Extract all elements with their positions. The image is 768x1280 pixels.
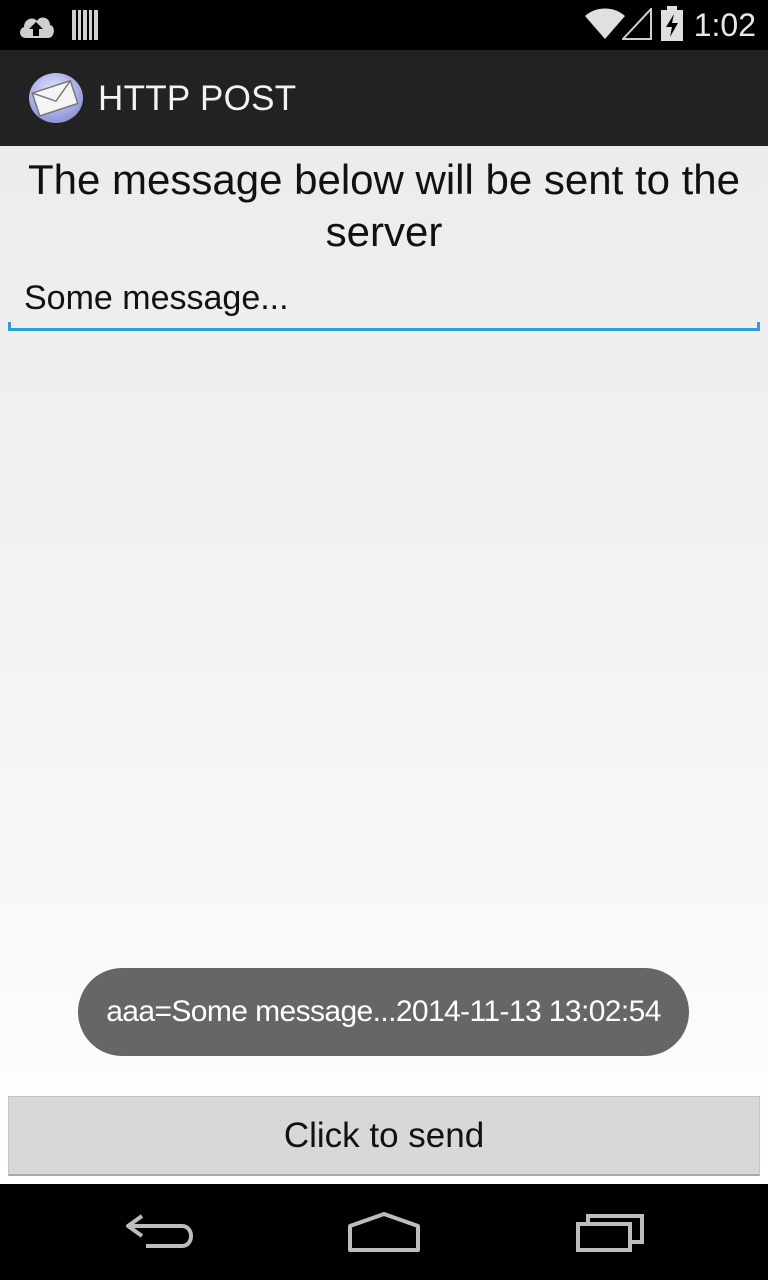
recent-apps-icon[interactable] bbox=[574, 1208, 646, 1256]
cell-signal-icon bbox=[622, 8, 652, 40]
toast-notification: aaa=Some message...2014-11-13 13:02:54 bbox=[78, 968, 689, 1056]
action-bar: HTTP POST bbox=[0, 50, 768, 147]
main-content: The message below will be sent to the se… bbox=[0, 146, 768, 1184]
cloud-upload-icon bbox=[20, 17, 54, 38]
navigation-bar bbox=[0, 1184, 768, 1280]
envelope-icon[interactable] bbox=[28, 72, 84, 124]
message-input[interactable]: Some message... bbox=[8, 272, 760, 331]
instruction-heading: The message below will be sent to the se… bbox=[27, 156, 741, 255]
barcode-icon bbox=[72, 10, 98, 40]
back-icon[interactable] bbox=[124, 1208, 196, 1256]
wifi-icon bbox=[585, 8, 625, 39]
send-button[interactable]: Click to send bbox=[8, 1096, 760, 1176]
battery-charging-icon bbox=[661, 6, 683, 41]
home-icon[interactable] bbox=[346, 1208, 422, 1256]
status-bar: 1:02 bbox=[0, 0, 768, 50]
clock: 1:02 bbox=[693, 7, 756, 43]
message-input-value[interactable]: Some message... bbox=[24, 278, 289, 318]
app-title: HTTP POST bbox=[98, 79, 297, 118]
